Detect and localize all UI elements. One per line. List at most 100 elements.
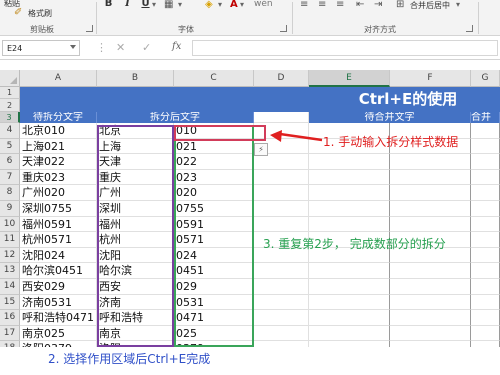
align-left-icon[interactable]: ≡ [300,0,308,10]
cell-e6[interactable] [309,154,390,170]
cell-c17[interactable]: 025 [174,325,254,342]
column-header-d[interactable]: D [254,70,309,87]
header-cell-d[interactable] [254,112,309,123]
cell-e14[interactable] [309,279,390,295]
cell-g8[interactable] [471,185,500,201]
cell-c10[interactable]: 0591 [174,216,254,233]
column-header-c[interactable]: C [174,70,254,87]
align-right-icon[interactable]: ≡ [336,0,344,10]
row-header-16[interactable]: 16 [0,310,20,326]
cell-g11[interactable] [471,232,500,248]
align-center-icon[interactable]: ≡ [318,0,326,10]
cell-b6[interactable]: 天津 [97,154,174,170]
font-color-icon[interactable]: A [230,0,238,10]
cell-d8[interactable] [254,185,309,201]
italic-button[interactable]: I [122,0,133,9]
header-cell-ef[interactable]: 待合并文字 [309,112,471,123]
cell-c9[interactable]: 0755 [174,201,254,217]
cell-f8[interactable] [390,185,471,201]
cell-f6[interactable] [390,154,471,170]
column-header-e[interactable]: E [309,70,390,87]
name-box[interactable]: E24 [2,40,80,56]
cell-c12[interactable]: 024 [174,247,254,264]
cell-c16[interactable]: 0471 [174,310,254,326]
cell-d15[interactable] [254,294,309,311]
cell-g10[interactable] [471,216,500,233]
select-all-corner[interactable] [0,70,20,87]
cell-a14[interactable]: 西安029 [20,279,97,295]
cell-g15[interactable] [471,294,500,311]
bold-button[interactable]: B [103,0,114,9]
cell-a13[interactable]: 哈尔滨0451 [20,263,97,279]
cell-a5[interactable]: 上海021 [20,138,97,155]
cell-b11[interactable]: 杭州 [97,232,174,248]
cell-a12[interactable]: 沈阳024 [20,247,97,264]
cell-e8[interactable] [309,185,390,201]
row-header-1[interactable]: 1 [0,87,20,99]
cell-b16[interactable]: 呼和浩特 [97,310,174,326]
merge-center-button[interactable]: 合并后居中 [410,0,450,11]
cell-f14[interactable] [390,279,471,295]
cell-e10[interactable] [309,216,390,233]
cell-g6[interactable] [471,154,500,170]
row-header-7[interactable]: 7 [0,169,20,186]
cell-b13[interactable]: 哈尔滨 [97,263,174,279]
cell-b5[interactable]: 上海 [97,138,174,155]
insert-function-icon[interactable]: fx [172,41,181,52]
row-header-3[interactable]: 3 [0,112,20,123]
cell-g14[interactable] [471,279,500,295]
cell-f9[interactable] [390,201,471,217]
cell-a8[interactable]: 广州020 [20,185,97,201]
column-header-g[interactable]: G [471,70,500,87]
phonetic-icon[interactable]: wén [254,0,273,9]
cell-a15[interactable]: 济南0531 [20,294,97,311]
cancel-icon[interactable]: ✕ [116,41,125,54]
cell-a7[interactable]: 重庆023 [20,169,97,186]
alignment-launcher-icon[interactable] [466,25,473,32]
header-cell-g[interactable]: 合并 [471,112,500,123]
formula-input[interactable] [192,40,498,56]
fill-dropdown-icon[interactable]: ▾ [218,0,222,9]
row-header-11[interactable]: 11 [0,232,20,248]
border-icon[interactable]: ▦ [164,0,173,10]
row-header-12[interactable]: 12 [0,247,20,264]
row-header-6[interactable]: 6 [0,154,20,170]
cell-a9[interactable]: 深圳0755 [20,201,97,217]
cell-b7[interactable]: 重庆 [97,169,174,186]
cell-e7[interactable] [309,169,390,186]
border-dropdown-icon[interactable]: ▾ [178,0,182,9]
decrease-indent-icon[interactable]: ⇤ [356,0,364,10]
row-header-15[interactable]: 15 [0,294,20,311]
row-header-17[interactable]: 17 [0,325,20,342]
cell-g7[interactable] [471,169,500,186]
cell-e17[interactable] [309,325,390,342]
cell-b4[interactable]: 北京 [97,123,174,139]
cell-c11[interactable]: 0571 [174,232,254,248]
underline-dropdown-icon[interactable]: ▾ [152,0,156,9]
name-box-dropdown-icon[interactable] [70,45,76,49]
merge-icon[interactable]: ⊞ [396,0,404,10]
column-header-a[interactable]: A [20,70,97,87]
cell-d17[interactable] [254,325,309,342]
cell-c5[interactable]: 021 [174,138,254,155]
cell-d10[interactable] [254,216,309,233]
row-header-14[interactable]: 14 [0,279,20,295]
cell-d7[interactable] [254,169,309,186]
cell-a11[interactable]: 杭州0571 [20,232,97,248]
cell-g13[interactable] [471,263,500,279]
row-header-13[interactable]: 13 [0,263,20,279]
cell-g5[interactable] [471,138,500,155]
row-header-9[interactable]: 9 [0,201,20,217]
row-header-5[interactable]: 5 [0,138,20,155]
cell-d14[interactable] [254,279,309,295]
font-launcher-icon[interactable] [280,25,287,32]
cell-a6[interactable]: 天津022 [20,154,97,170]
cell-c6[interactable]: 022 [174,154,254,170]
cell-b10[interactable]: 福州 [97,216,174,233]
cell-g17[interactable] [471,325,500,342]
cell-g9[interactable] [471,201,500,217]
cell-d16[interactable] [254,310,309,326]
column-header-f[interactable]: F [390,70,471,87]
cell-c8[interactable]: 020 [174,185,254,201]
clipboard-launcher-icon[interactable] [86,25,93,32]
